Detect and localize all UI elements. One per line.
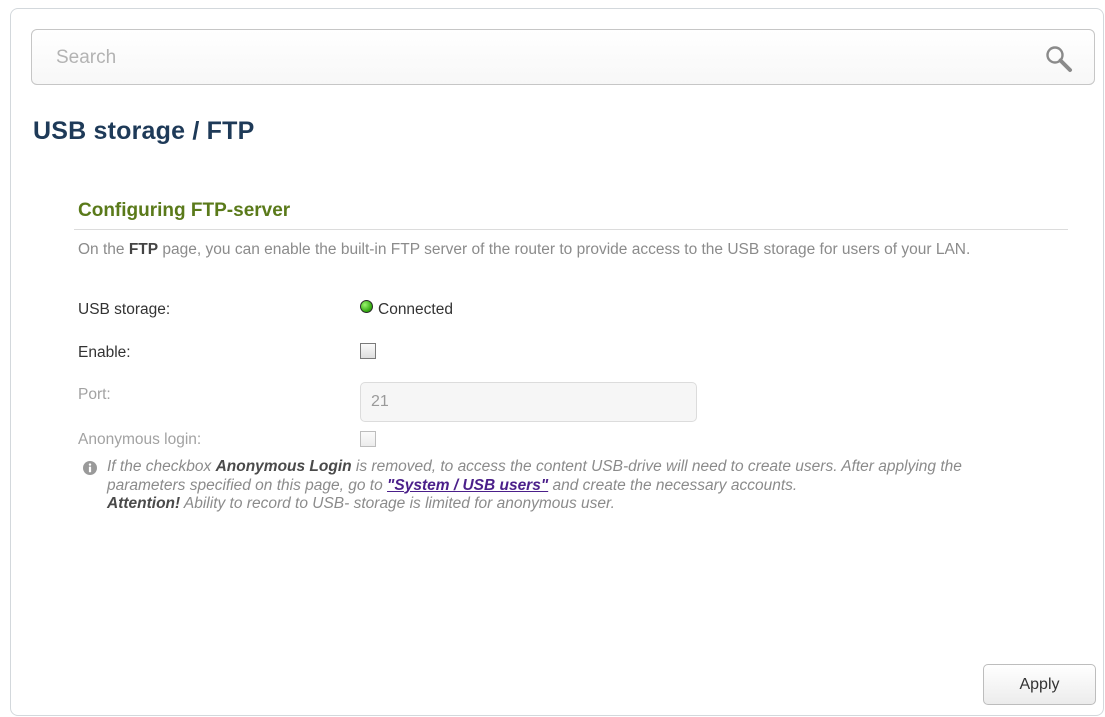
anonymous-login-checkbox[interactable]	[360, 431, 376, 447]
status-connected-icon	[360, 300, 373, 313]
info-note: If the checkbox Anonymous Login is remov…	[107, 458, 962, 512]
system-usb-users-link[interactable]: "System / USB users"	[387, 477, 548, 494]
port-label: Port:	[78, 386, 111, 403]
section-divider	[74, 229, 1068, 230]
page-title: USB storage / FTP	[33, 117, 255, 145]
enable-checkbox[interactable]	[360, 343, 376, 359]
usb-storage-status: Connected	[360, 300, 453, 319]
apply-button[interactable]: Apply	[983, 664, 1096, 705]
section-title: Configuring FTP-server	[78, 200, 291, 221]
usb-storage-label: USB storage:	[78, 301, 171, 318]
section-description: On the FTP page, you can enable the buil…	[78, 241, 971, 258]
port-input[interactable]	[360, 382, 697, 422]
search-icon[interactable]	[1044, 44, 1074, 74]
anonymous-login-label: Anonymous login:	[78, 431, 202, 448]
enable-label: Enable:	[78, 344, 131, 361]
info-icon	[83, 461, 97, 475]
search-input[interactable]	[54, 44, 1018, 72]
search-bar	[31, 29, 1095, 85]
content-panel	[10, 8, 1104, 716]
